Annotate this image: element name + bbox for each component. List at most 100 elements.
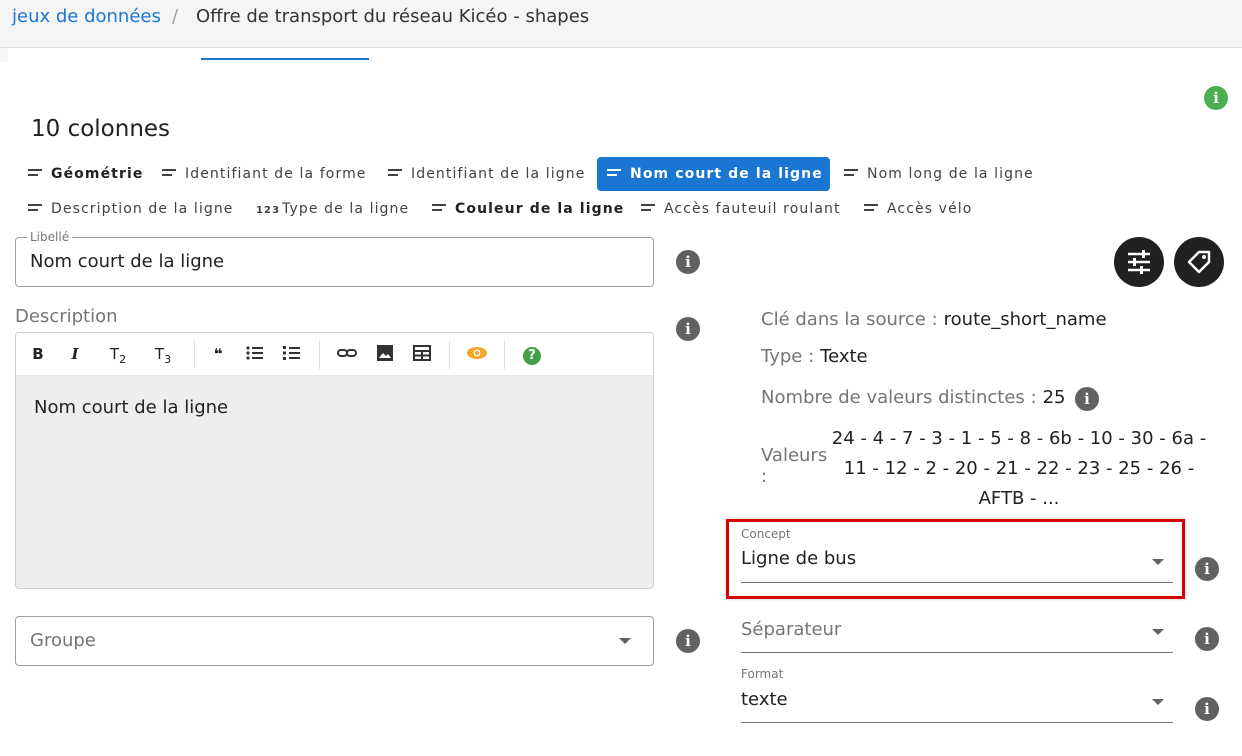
text-lines-icon — [844, 169, 858, 177]
column-chip-identifiant-forme[interactable]: Identifiant de la forme — [152, 157, 377, 191]
column-chip-label: Nom court de la ligne — [630, 166, 823, 182]
values-label: Valeurs — [761, 445, 828, 466]
text-lines-icon — [607, 169, 621, 177]
groupe-select[interactable]: Groupe — [15, 616, 654, 666]
chevron-down-icon — [619, 638, 631, 644]
toolbar-divider — [319, 341, 320, 369]
groupe-placeholder: Groupe — [30, 630, 96, 651]
libelle-legend: Libellé — [27, 230, 73, 244]
libelle-field[interactable]: Libellé Nom court de la ligne — [15, 230, 654, 287]
heading-3-button[interactable]: T3 — [149, 343, 177, 366]
type-row: Type : Texte — [761, 346, 868, 367]
column-chip-acces-velo[interactable]: Accès vélo — [854, 192, 982, 226]
source-key-label: Clé dans la source : — [761, 309, 938, 330]
quote-button[interactable]: ❝ — [209, 343, 227, 365]
tune-settings-button[interactable] — [1114, 237, 1164, 287]
info-icon[interactable]: i — [1195, 557, 1219, 581]
breadcrumb: jeux de données / Offre de transport du … — [0, 0, 1242, 48]
libelle-value: Nom court de la ligne — [30, 251, 225, 272]
column-chip-label: Identifiant de la forme — [185, 166, 367, 182]
column-chip-identifiant-ligne[interactable]: Identifiant de la ligne — [378, 157, 595, 191]
heading-level: 2 — [119, 353, 127, 366]
tab-strip — [0, 48, 1242, 62]
heading-t-label: T — [109, 345, 120, 363]
info-icon[interactable]: i — [1195, 627, 1219, 651]
column-chip-label: Accès vélo — [887, 201, 973, 217]
breadcrumb-separator: / — [172, 6, 179, 27]
column-chip-nom-long[interactable]: Nom long de la ligne — [834, 157, 1044, 191]
toolbar-divider — [194, 341, 195, 369]
column-chip-couleur-ligne[interactable]: Couleur de la ligne — [422, 192, 634, 226]
text-lines-icon — [162, 169, 176, 177]
separateur-placeholder: Séparateur — [741, 619, 842, 640]
chevron-down-icon — [1152, 559, 1164, 565]
column-chip-label: Couleur de la ligne — [455, 201, 625, 217]
distinct-values-list: 24 - 4 - 7 - 3 - 1 - 5 - 8 - 6b - 10 - 3… — [831, 428, 1207, 509]
separateur-select[interactable]: Séparateur — [741, 613, 1173, 653]
active-tab-indicator — [201, 58, 369, 60]
distinct-values-count: 25 — [1042, 387, 1066, 408]
values-label-colon: : — [761, 466, 768, 487]
heading-t-label: T — [154, 345, 165, 363]
column-chip-label: Type de la ligne — [282, 201, 410, 217]
concept-legend: Concept — [741, 527, 791, 541]
text-lines-icon — [28, 204, 42, 212]
source-key-row: Clé dans la source : route_short_name — [761, 309, 1107, 330]
heading-2-button[interactable]: T2 — [104, 343, 132, 366]
column-chip-label: Identifiant de la ligne — [411, 166, 586, 182]
column-chip-acces-fauteuil[interactable]: Accès fauteuil roulant — [631, 192, 851, 226]
help-button[interactable]: ? — [522, 343, 542, 365]
numbered-list-icon — [283, 346, 300, 360]
info-icon[interactable]: i — [676, 629, 700, 653]
bullet-list-icon — [246, 346, 263, 360]
column-chip-nom-court[interactable]: Nom court de la ligne — [597, 157, 830, 191]
distinct-values-label: Nombre de valeurs distinctes : — [761, 387, 1037, 408]
info-icon[interactable]: i — [1195, 697, 1219, 721]
image-button[interactable] — [375, 343, 395, 365]
column-chip-label: Géométrie — [51, 166, 144, 182]
text-lines-icon — [864, 204, 878, 212]
bullet-list-button[interactable] — [245, 343, 265, 365]
concept-value: Ligne de bus — [741, 548, 857, 569]
column-chip-label: Description de la ligne — [51, 201, 234, 217]
format-select[interactable]: texte — [741, 683, 1173, 723]
tune-icon — [1128, 250, 1150, 274]
column-chip-label: Nom long de la ligne — [867, 166, 1034, 182]
number-type-icon: 123 — [256, 205, 281, 216]
chevron-down-icon — [1152, 699, 1164, 705]
preview-button[interactable] — [466, 343, 488, 365]
source-key-value: route_short_name — [943, 309, 1107, 330]
info-icon[interactable]: i — [676, 250, 700, 274]
toolbar-divider — [504, 341, 505, 369]
toolbar-divider — [449, 341, 450, 369]
breadcrumb-link-datasets[interactable]: jeux de données — [12, 6, 161, 27]
description-content[interactable]: Nom court de la ligne — [34, 397, 228, 418]
breadcrumb-current: Offre de transport du réseau Kicéo - sha… — [196, 6, 590, 27]
heading-level: 3 — [164, 353, 172, 366]
format-value: texte — [741, 689, 788, 710]
info-icon[interactable]: i — [676, 317, 700, 341]
bold-button[interactable]: B — [30, 343, 46, 365]
eye-icon — [467, 347, 487, 359]
tag-button[interactable] — [1174, 237, 1224, 287]
table-button[interactable] — [412, 343, 432, 365]
image-icon — [377, 345, 393, 361]
column-chip-type-ligne[interactable]: 123 Type de la ligne — [246, 192, 419, 226]
page-title: 10 colonnes — [31, 116, 171, 142]
info-icon[interactable]: i — [1204, 86, 1228, 110]
link-button[interactable] — [336, 343, 358, 365]
concept-select[interactable]: Ligne de bus — [741, 543, 1173, 583]
distinct-values-row: Nombre de valeurs distinctes :25 — [761, 387, 1066, 408]
table-icon — [413, 345, 431, 361]
tag-icon — [1187, 250, 1211, 274]
help-icon: ? — [523, 347, 541, 365]
info-icon[interactable]: i — [1075, 387, 1099, 411]
text-lines-icon — [28, 169, 42, 177]
description-editor[interactable]: B I T2 T3 ❝ ? Nom court de la ligne — [15, 332, 654, 589]
numbered-list-button[interactable] — [282, 343, 302, 365]
column-chip-description-ligne[interactable]: Description de la ligne — [18, 192, 244, 226]
column-chip-geometrie[interactable]: Géométrie — [18, 157, 153, 191]
italic-button[interactable]: I — [67, 343, 83, 365]
text-lines-icon — [388, 169, 402, 177]
link-icon — [337, 349, 357, 357]
